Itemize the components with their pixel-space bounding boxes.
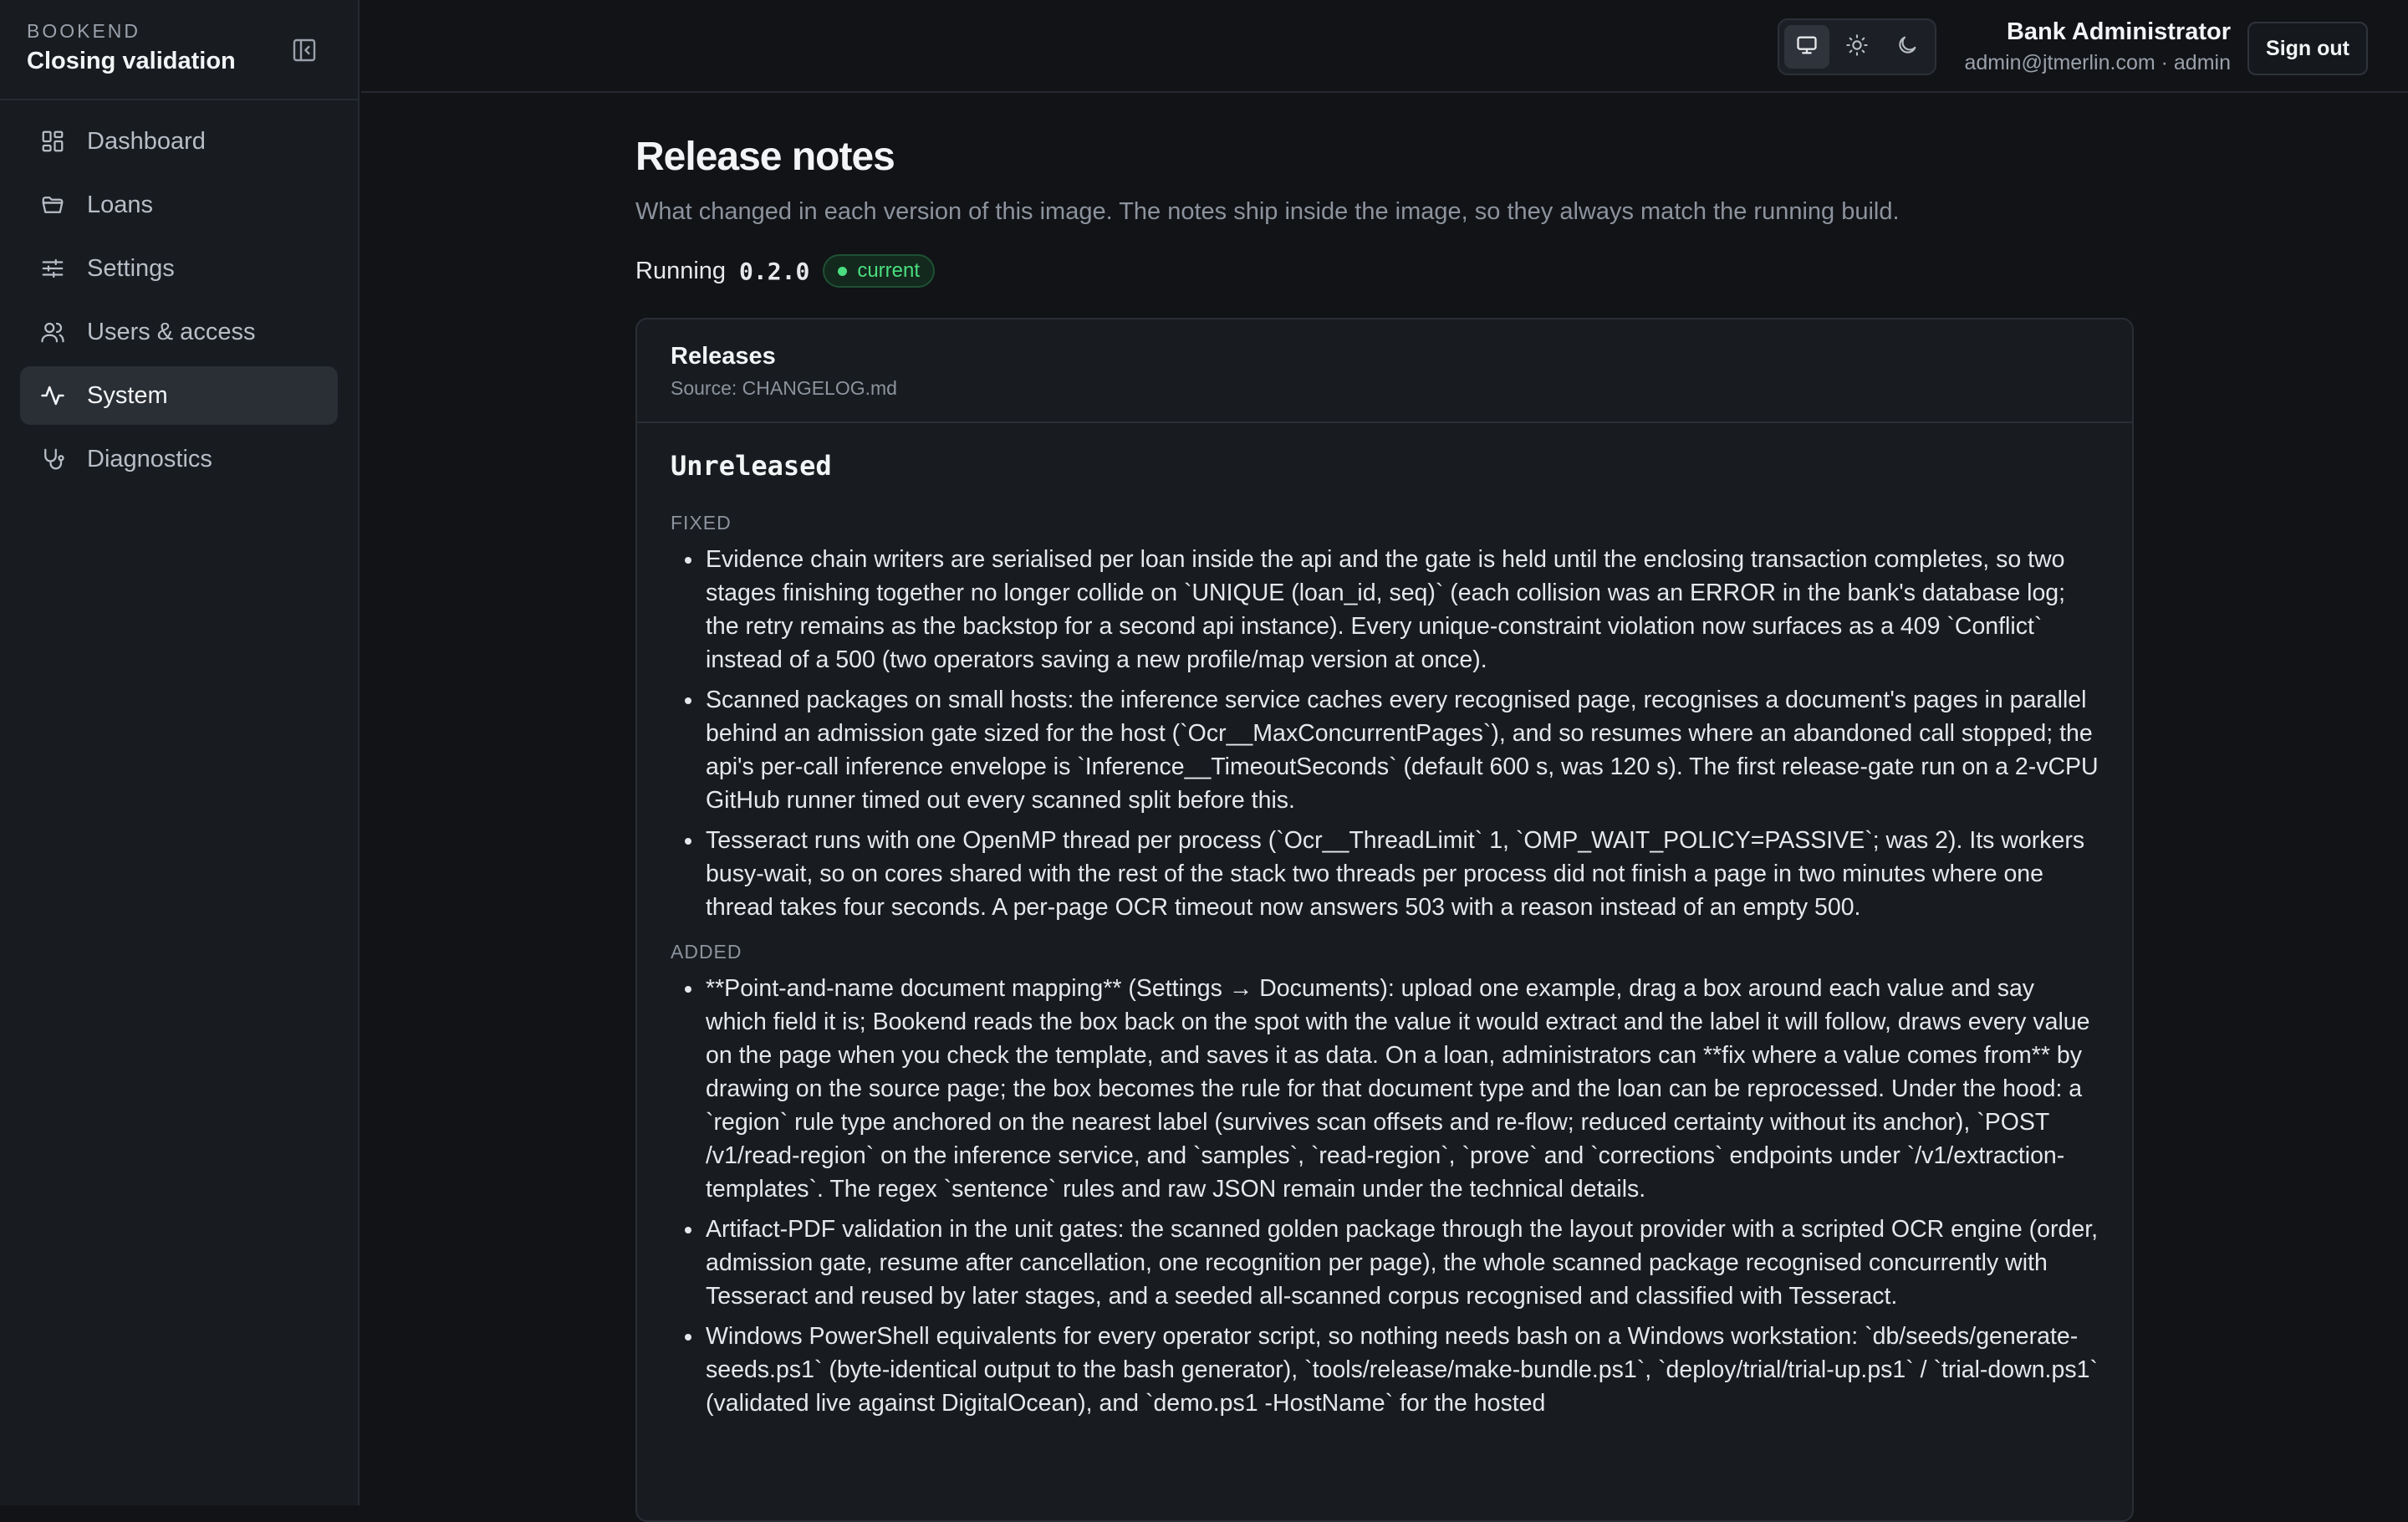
brand-name: BOOKEND (27, 20, 141, 42)
page-subtitle: What changed in each version of this ima… (635, 198, 1900, 225)
sidebar-nav: Dashboard Loans Settings Users & access … (0, 100, 358, 505)
badge-label: current (857, 259, 921, 282)
version-number: 0.2.0 (739, 257, 810, 285)
releases-card-header: Releases Source: CHANGELOG.md (637, 319, 2132, 423)
sidebar-item-system[interactable]: System (20, 366, 338, 425)
sidebar: BOOKEND Closing validation Dashboard Loa… (0, 0, 360, 1505)
activity-icon (40, 382, 67, 409)
user-info: Bank Administrator admin@jtmerlin.com · … (1964, 18, 2231, 75)
list-item: Evidence chain writers are serialised pe… (704, 543, 2099, 677)
releases-title: Releases (671, 343, 776, 370)
status-badge: current (823, 254, 936, 288)
running-version: Running 0.2.0 current (635, 254, 2134, 288)
section-label-added: ADDED (671, 941, 742, 963)
releases-card: Releases Source: CHANGELOG.md Unreleased… (635, 318, 2134, 1522)
added-list: **Point-and-name document mapping** (Set… (671, 972, 2099, 1420)
stethoscope-icon (40, 446, 67, 472)
theme-light-button[interactable] (1834, 25, 1880, 69)
fixed-list: Evidence chain writers are serialised pe… (671, 543, 2099, 924)
sidebar-item-users-access[interactable]: Users & access (20, 303, 338, 361)
user-name: Bank Administrator (2006, 18, 2231, 45)
releases-body: Unreleased FIXED Evidence chain writers … (637, 423, 2132, 1453)
running-label: Running (635, 257, 727, 284)
sidebar-item-dashboard[interactable]: Dashboard (20, 112, 338, 171)
theme-system-button[interactable] (1784, 25, 1829, 69)
sidebar-item-label: Dashboard (87, 127, 206, 155)
section-label-fixed: FIXED (671, 512, 732, 534)
main-content: Release notes What changed in each versi… (635, 134, 2134, 1522)
sliders-icon (40, 255, 67, 282)
status-dot-icon (838, 266, 848, 276)
sign-out-button[interactable]: Sign out (2247, 22, 2368, 75)
theme-dark-button[interactable] (1885, 25, 1930, 69)
sidebar-item-label: Diagnostics (87, 445, 212, 472)
list-item: Scanned packages on small hosts: the inf… (704, 683, 2099, 817)
sidebar-item-label: Users & access (87, 318, 256, 345)
list-item: Tesseract runs with one OpenMP thread pe… (704, 824, 2099, 924)
page-title: Release notes (635, 135, 895, 179)
list-item: Windows PowerShell equivalents for every… (704, 1320, 2099, 1420)
sun-icon (1845, 33, 1869, 61)
app-title: Closing validation (27, 48, 236, 74)
theme-switcher (1778, 18, 1936, 75)
collapse-sidebar-icon[interactable] (291, 37, 318, 64)
top-bar: Bank Administrator admin@jtmerlin.com · … (361, 0, 2408, 93)
monitor-icon (1795, 33, 1819, 61)
users-icon (40, 319, 67, 345)
folder-icon (40, 192, 67, 218)
moon-icon (1895, 33, 1919, 61)
sidebar-item-label: System (87, 381, 168, 409)
grid-icon (40, 128, 67, 155)
sidebar-item-loans[interactable]: Loans (20, 176, 338, 234)
sidebar-item-label: Loans (87, 191, 154, 218)
releases-source: Source: CHANGELOG.md (671, 377, 897, 399)
sidebar-item-diagnostics[interactable]: Diagnostics (20, 430, 338, 488)
brand: BOOKEND Closing validation (0, 0, 358, 100)
user-email: admin@jtmerlin.com · admin (1964, 51, 2231, 74)
sidebar-item-settings[interactable]: Settings (20, 239, 338, 298)
list-item: Artifact-PDF validation in the unit gate… (704, 1213, 2099, 1313)
list-item: **Point-and-name document mapping** (Set… (704, 972, 2099, 1206)
release-heading: Unreleased (671, 450, 832, 482)
sidebar-item-label: Settings (87, 254, 175, 282)
